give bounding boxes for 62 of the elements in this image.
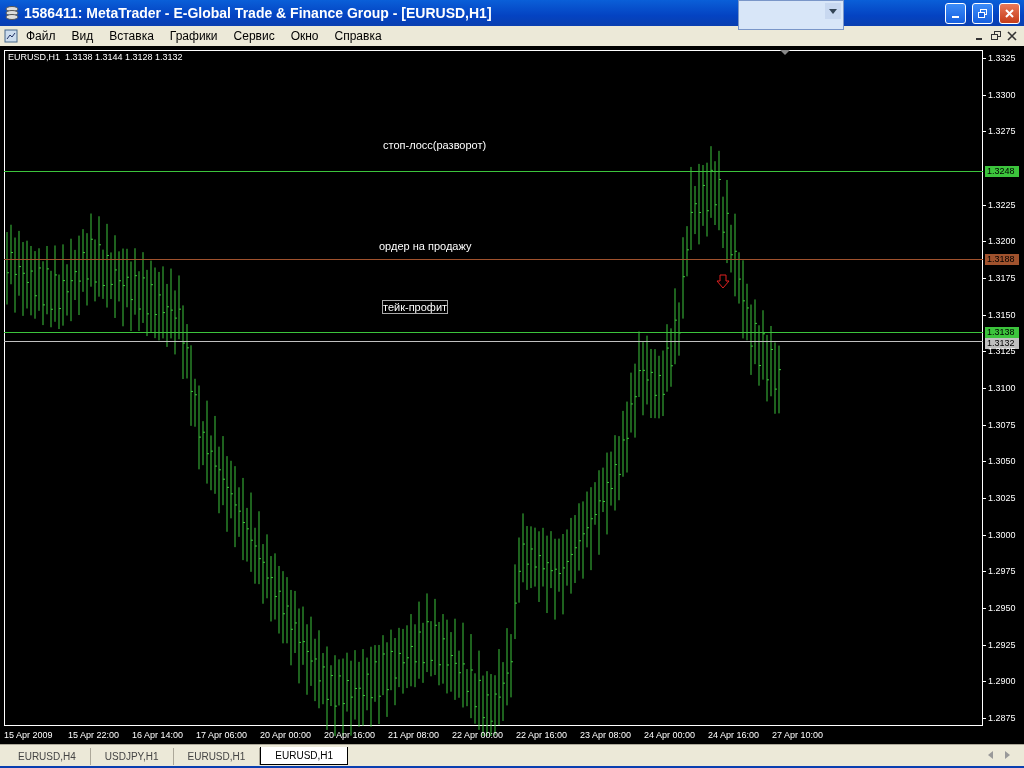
close-icon: [1004, 7, 1015, 19]
price-tag: 1.3138: [985, 327, 1019, 339]
menu-item[interactable]: Графики: [161, 29, 226, 43]
menu-item[interactable]: Файл: [18, 29, 64, 43]
time-axis-label: 21 Apr 08:00: [388, 730, 441, 740]
price-tag: 1.3188: [985, 253, 1019, 265]
price-axis-label: 1.3075: [988, 421, 1016, 431]
price-axis-label: 1.3325: [988, 54, 1016, 64]
minimize-icon: [952, 16, 959, 18]
price-axis-label: 1.2925: [988, 641, 1016, 651]
menu-item[interactable]: Справка: [326, 29, 390, 43]
restore-icon[interactable]: [990, 30, 1002, 42]
price-level-line[interactable]: [4, 332, 983, 334]
time-axis-label: 24 Apr 16:00: [708, 730, 761, 740]
chart-text-label[interactable]: тейк-профит: [382, 300, 449, 314]
price-axis-label: 1.3275: [988, 127, 1016, 137]
app-icon: [4, 5, 20, 21]
chart-text-label[interactable]: стоп-лосс(разворот): [382, 138, 488, 152]
menu-item[interactable]: Вид: [63, 29, 102, 43]
down-arrow-icon: [716, 274, 730, 289]
price-axis-label: 1.3125: [988, 347, 1016, 357]
menu-item[interactable]: Вставка: [101, 29, 162, 43]
time-axis-label: 22 Apr 16:00: [516, 730, 569, 740]
price-axis-label: 1.3200: [988, 237, 1016, 247]
time-axis-label: 23 Apr 08:00: [580, 730, 633, 740]
price-axis-label: 1.2975: [988, 567, 1016, 577]
time-axis-label: 24 Apr 00:00: [644, 730, 697, 740]
minimize-button[interactable]: [945, 2, 966, 24]
time-axis-label: 15 Apr 22:00: [68, 730, 121, 740]
time-axis-label: 20 Apr 16:00: [324, 730, 377, 740]
price-axis-label: 1.3175: [988, 274, 1016, 284]
menu-item[interactable]: Сервис: [225, 29, 283, 43]
window-title: 1586411: MetaTrader - E-Global Trade & Finance Group - [EURUSD,H1]: [24, 5, 492, 21]
close-icon[interactable]: [1006, 30, 1018, 42]
price-axis-label: 1.3300: [988, 91, 1016, 101]
triangle-marker-icon: [780, 50, 790, 55]
price-axis-label: 1.2900: [988, 677, 1016, 687]
time-axis-label: 17 Apr 06:00: [196, 730, 249, 740]
price-axis-label: 1.2950: [988, 604, 1016, 614]
price-level-line[interactable]: [4, 341, 983, 343]
time-axis-label: 20 Apr 00:00: [260, 730, 313, 740]
chart-tab[interactable]: EURUSD,H1: [260, 747, 349, 765]
restore-icon: [977, 7, 988, 19]
price-axis-label: 1.2875: [988, 714, 1016, 724]
price-tag: 1.3248: [985, 165, 1019, 177]
chart-window-icon[interactable]: [4, 29, 18, 43]
price-axis-label: 1.3225: [988, 201, 1016, 211]
time-axis-label: 27 Apr 10:00: [772, 730, 825, 740]
price-axis-label: 1.3000: [988, 531, 1016, 541]
restore-button[interactable]: [972, 2, 993, 24]
time-axis-label: 22 Apr 00:00: [452, 730, 505, 740]
chart-text-label[interactable]: ордер на продажу: [378, 239, 473, 253]
price-axis-label: 1.3050: [988, 457, 1016, 467]
price-axis-label: 1.3025: [988, 494, 1016, 504]
chart-header: EURUSD,H1 1.3138 1.3144 1.3128 1.3132: [8, 52, 183, 62]
price-axis-label: 1.3100: [988, 384, 1016, 394]
close-button[interactable]: [999, 2, 1020, 24]
menu-item[interactable]: Окно: [282, 29, 327, 43]
price-axis-label: 1.3150: [988, 311, 1016, 321]
time-axis-label: 16 Apr 14:00: [132, 730, 185, 740]
time-axis-label: 15 Apr 2009: [4, 730, 54, 740]
price-level-line[interactable]: [4, 170, 983, 172]
